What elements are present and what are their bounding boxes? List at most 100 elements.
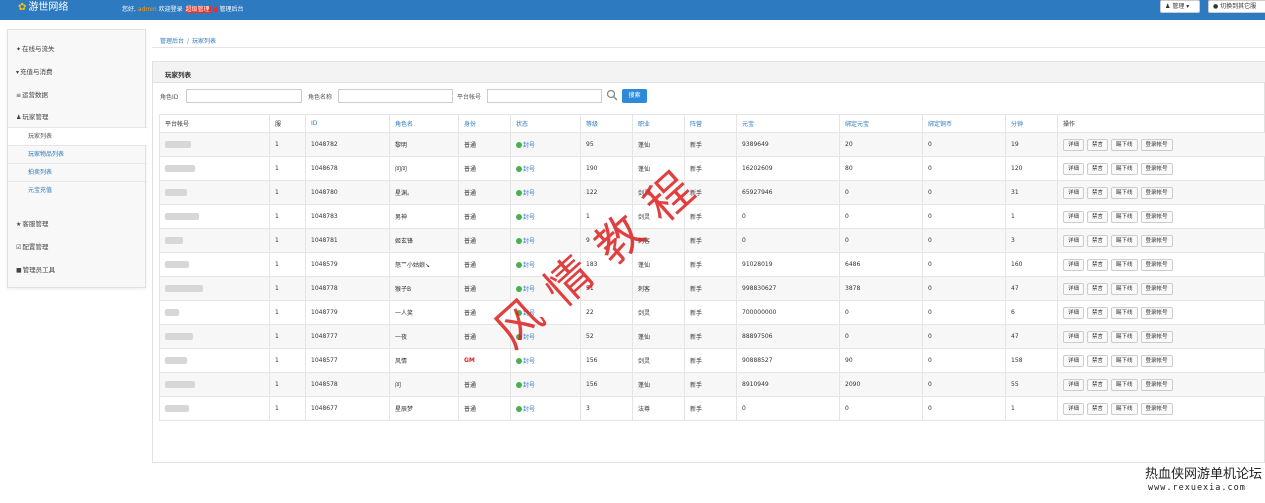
search-icon[interactable] xyxy=(606,89,618,101)
mute-button[interactable]: 禁言 xyxy=(1087,330,1109,343)
sidebar-item-players[interactable]: ♟玩家管理 xyxy=(16,111,48,121)
detail-button[interactable]: 详细 xyxy=(1063,378,1085,391)
kick-button[interactable]: 踢下线 xyxy=(1111,186,1138,199)
table-row: 1 1048777 一夜 普通 封号 52 蓬仙 新手 88897506 0 0 47 详细 禁言 踢下线登… xyxy=(159,324,1265,349)
cell-status[interactable]: 封号 xyxy=(510,324,581,349)
cell-job: 剑灵 xyxy=(632,204,685,229)
sidebar-subitem-player-items[interactable]: 玩家物品列表 xyxy=(8,145,147,163)
redacted-account xyxy=(165,405,189,412)
cell-server: 1 xyxy=(269,252,306,277)
cell-minutes: 3 xyxy=(1005,228,1058,253)
sidebar-item-label: 充值与消费 xyxy=(20,68,53,76)
kick-button[interactable]: 踢下线 xyxy=(1111,282,1138,295)
sidebar-item-online-churn[interactable]: ✦在线与流失 xyxy=(16,43,55,53)
kick-button[interactable]: 踢下线 xyxy=(1111,234,1138,247)
mute-button[interactable]: 禁言 xyxy=(1087,186,1109,199)
login-account-button[interactable]: 登录帐号 xyxy=(1140,330,1173,343)
detail-button[interactable]: 详细 xyxy=(1063,138,1085,151)
cell-status[interactable]: 封号 xyxy=(510,252,581,277)
mute-button[interactable]: 禁言 xyxy=(1087,378,1109,391)
sidebar-item-recharge[interactable]: ▾充值与消费 xyxy=(16,66,53,76)
mute-button[interactable]: 禁言 xyxy=(1087,258,1109,271)
cell-platform-account xyxy=(159,180,270,205)
detail-button[interactable]: 详细 xyxy=(1063,306,1085,319)
cell-status[interactable]: 封号 xyxy=(510,228,581,253)
column-header: 状态 xyxy=(510,114,581,133)
role-name-input[interactable] xyxy=(338,89,453,103)
mute-button[interactable]: 禁言 xyxy=(1087,234,1109,247)
mute-button[interactable]: 禁言 xyxy=(1087,306,1109,319)
sidebar-item-admin-tools[interactable]: ■管理员工具 xyxy=(16,264,55,274)
sidebar-subitem-player-list[interactable]: 玩家列表 xyxy=(8,127,147,145)
login-account-button[interactable]: 登录帐号 xyxy=(1140,402,1173,415)
cell-job: 蓬仙 xyxy=(632,372,685,397)
manage-dropdown-button[interactable]: ♟ 管理 ▾ xyxy=(1160,0,1200,13)
mute-button[interactable]: 禁言 xyxy=(1087,162,1109,175)
cell-status[interactable]: 封号 xyxy=(510,180,581,205)
user-icon: ♟ xyxy=(16,114,22,121)
cell-bound-copper: 0 xyxy=(922,396,1006,421)
kick-button[interactable]: 踢下线 xyxy=(1111,306,1138,319)
login-account-button[interactable]: 登录帐号 xyxy=(1140,186,1173,199)
role-square-icon xyxy=(212,7,218,12)
detail-button[interactable]: 详细 xyxy=(1063,354,1085,367)
cell-status[interactable]: 封号 xyxy=(510,396,581,421)
login-account-button[interactable]: 登录帐号 xyxy=(1140,306,1173,319)
detail-button[interactable]: 详细 xyxy=(1063,282,1085,295)
detail-button[interactable]: 详细 xyxy=(1063,330,1085,343)
mute-button[interactable]: 禁言 xyxy=(1087,210,1109,223)
cell-platform-account xyxy=(159,228,270,253)
sidebar-item-operations[interactable]: ≡运营数据 xyxy=(16,89,48,99)
kick-button[interactable]: 踢下线 xyxy=(1111,330,1138,343)
kick-button[interactable]: 踢下线 xyxy=(1111,258,1138,271)
search-button[interactable]: 搜索 xyxy=(622,89,647,103)
login-account-button[interactable]: 登录帐号 xyxy=(1140,210,1173,223)
kick-button[interactable]: 踢下线 xyxy=(1111,402,1138,415)
mute-button[interactable]: 禁言 xyxy=(1087,138,1109,151)
column-header: 服 xyxy=(269,114,306,133)
sidebar-item-support[interactable]: ★客服管理 xyxy=(16,218,48,228)
logo[interactable]: ✿ 游世网络 xyxy=(18,1,68,15)
sidebar-subitem-yuanbao-recharge[interactable]: 元宝充值 xyxy=(8,181,147,199)
switch-server-button[interactable]: ● 切换到其它服 xyxy=(1208,0,1265,13)
kick-button[interactable]: 踢下线 xyxy=(1111,162,1138,175)
detail-button[interactable]: 详细 xyxy=(1063,210,1085,223)
status-text: 封号 xyxy=(523,406,536,413)
cell-status[interactable]: 封号 xyxy=(510,132,581,157)
cell-status[interactable]: 封号 xyxy=(510,156,581,181)
sidebar-subitem-auction[interactable]: 拍卖列表 xyxy=(8,163,147,181)
breadcrumb-current[interactable]: 玩家列表 xyxy=(192,38,216,45)
table-row: 1 1048578 问普通 封号 156 蓬仙 新手 8910949 2090 0 55 详细 禁言 踢下… xyxy=(159,372,1265,397)
login-account-button[interactable]: 登录帐号 xyxy=(1140,354,1173,367)
cell-status[interactable]: 封号 xyxy=(510,372,581,397)
login-account-button[interactable]: 登录帐号 xyxy=(1140,234,1173,247)
detail-button[interactable]: 详细 xyxy=(1063,234,1085,247)
cell-minutes: 160 xyxy=(1005,252,1058,277)
detail-button[interactable]: 详细 xyxy=(1063,402,1085,415)
login-account-button[interactable]: 登录帐号 xyxy=(1140,258,1173,271)
login-account-button[interactable]: 登录帐号 xyxy=(1140,282,1173,295)
detail-button[interactable]: 详细 xyxy=(1063,258,1085,271)
mute-button[interactable]: 禁言 xyxy=(1087,282,1109,295)
cell-status[interactable]: 封号 xyxy=(510,276,581,301)
kick-button[interactable]: 踢下线 xyxy=(1111,354,1138,367)
platform-account-input[interactable] xyxy=(487,89,602,103)
player-table: 平台帐号服 ID 角色名 身份 状态 等级 职业 阵营 元宝 绑定元宝 绑定铜币 分钟 操作 1 1048… xyxy=(159,114,1265,421)
login-account-button[interactable]: 登录帐号 xyxy=(1140,378,1173,391)
detail-button[interactable]: 详细 xyxy=(1063,162,1085,175)
kick-button[interactable]: 踢下线 xyxy=(1111,378,1138,391)
mute-button[interactable]: 禁言 xyxy=(1087,402,1109,415)
breadcrumb-divider xyxy=(152,47,1265,48)
kick-button[interactable]: 踢下线 xyxy=(1111,210,1138,223)
detail-button[interactable]: 详细 xyxy=(1063,186,1085,199)
cell-status[interactable]: 封号 xyxy=(510,300,581,325)
cell-status[interactable]: 封号 xyxy=(510,204,581,229)
role-id-input[interactable] xyxy=(186,89,302,103)
kick-button[interactable]: 踢下线 xyxy=(1111,138,1138,151)
login-account-button[interactable]: 登录帐号 xyxy=(1140,138,1173,151)
cell-status[interactable]: 封号 xyxy=(510,348,581,373)
login-account-button[interactable]: 登录帐号 xyxy=(1140,162,1173,175)
breadcrumb-home[interactable]: 管理后台 xyxy=(160,38,184,45)
mute-button[interactable]: 禁言 xyxy=(1087,354,1109,367)
sidebar-item-config[interactable]: ☑配置管理 xyxy=(16,241,48,251)
